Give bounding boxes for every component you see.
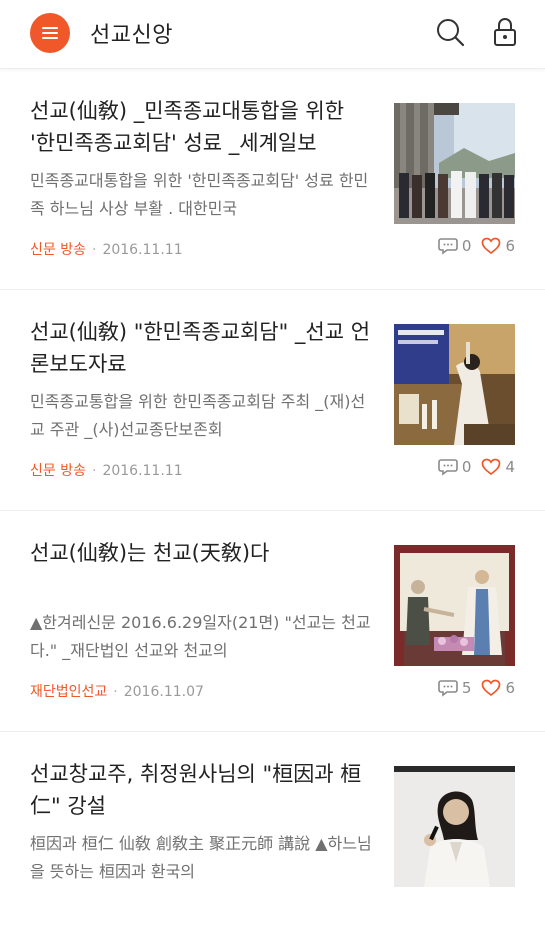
comment-count-value: 5 [461,679,472,697]
meta-separator: · [91,463,97,479]
like-count-value: 4 [505,458,515,476]
like-count[interactable]: 4 [481,458,515,476]
post-thumbnail[interactable] [394,324,515,445]
post-title[interactable]: 선교(仙敎) "한민족종교회담" _선교 언론보도자료 [30,316,375,380]
post-thumbnail[interactable] [394,545,515,666]
like-count-value: 6 [505,679,515,697]
post-item[interactable]: 선교(仙敎) "한민족종교회담" _선교 언론보도자료 민족종교통합을 위한 한… [0,290,545,511]
app-header: 선교신앙 [0,0,545,69]
meta-separator: · [91,242,97,258]
like-count-value: 6 [505,237,515,255]
post-summary: 민족종교대통합을 위한 '한민족종교회담' 성료 한민족 하느님 사상 부활 .… [30,171,369,218]
post-summary: 桓因과 桓仁 仙敎 創敎主 聚正元師 講說 ▲하느님을 뜻하는 桓因과 환국의 [30,834,372,881]
heart-icon [482,679,501,697]
post-thumbnail[interactable] [394,103,515,224]
comment-icon [438,238,458,255]
page-title: 선교신앙 [90,23,173,48]
meta-separator: · [113,684,118,700]
comment-count-value: 0 [461,458,472,476]
post-category[interactable]: 신문 방송 [30,463,86,479]
post-date: 2016.11.07 [123,684,204,700]
post-stats: 0 6 [428,237,515,255]
heart-icon [482,237,501,255]
search-icon[interactable] [434,16,466,48]
post-stats: 5 6 [428,679,515,697]
post-date: 2016.11.11 [102,463,183,479]
comment-icon [438,680,458,697]
lock-icon[interactable] [489,16,521,48]
comment-icon [438,459,458,476]
post-item[interactable]: 선교창교주, 취정원사님의 "桓因과 桓仁" 강설 桓因과 桓仁 仙敎 創敎主 … [0,732,545,952]
hamburger-icon[interactable] [30,13,70,53]
heart-icon [482,458,501,476]
post-item[interactable]: 선교(仙敎) _민족종교대통합을 위한 '한민족종교회담' 성료 _세계일보 민… [0,69,545,290]
comment-count[interactable]: 0 [438,458,472,476]
post-title[interactable]: 선교(仙敎)는 천교(天敎)다 [30,537,375,569]
post-list: 선교(仙敎) _민족종교대통합을 위한 '한민족종교회담' 성료 _세계일보 민… [0,69,545,952]
post-date: 2016.11.11 [102,242,183,258]
post-item[interactable]: 선교(仙敎)는 천교(天敎)다 ▲한겨레신문 2016.6.29일자(21면) … [0,511,545,732]
post-category[interactable]: 재단법인선교 [30,684,107,700]
comment-count[interactable]: 5 [438,679,472,697]
post-thumbnail[interactable] [394,766,515,887]
post-meta: 신문 방송 · 2016.11.11 [30,239,183,259]
post-meta: 신문 방송 · 2016.11.11 [30,460,183,480]
post-summary: 민족종교통합을 위한 한민족종교회담 주최 _(재)선교 주관 _(사)선교종단… [30,392,366,439]
post-title[interactable]: 선교창교주, 취정원사님의 "桓因과 桓仁" 강설 [30,758,375,822]
comment-count-value: 0 [461,237,472,255]
post-stats: 0 4 [428,458,515,476]
like-count[interactable]: 6 [481,237,515,255]
comment-count[interactable]: 0 [438,237,472,255]
post-summary: ▲한겨레신문 2016.6.29일자(21면) "선교는 천교다." _재단법인… [30,613,371,660]
post-category[interactable]: 신문 방송 [30,242,86,258]
like-count[interactable]: 6 [481,679,515,697]
post-title[interactable]: 선교(仙敎) _민족종교대통합을 위한 '한민족종교회담' 성료 _세계일보 [30,95,375,159]
post-meta: 재단법인선교 · 2016.11.07 [30,681,204,701]
